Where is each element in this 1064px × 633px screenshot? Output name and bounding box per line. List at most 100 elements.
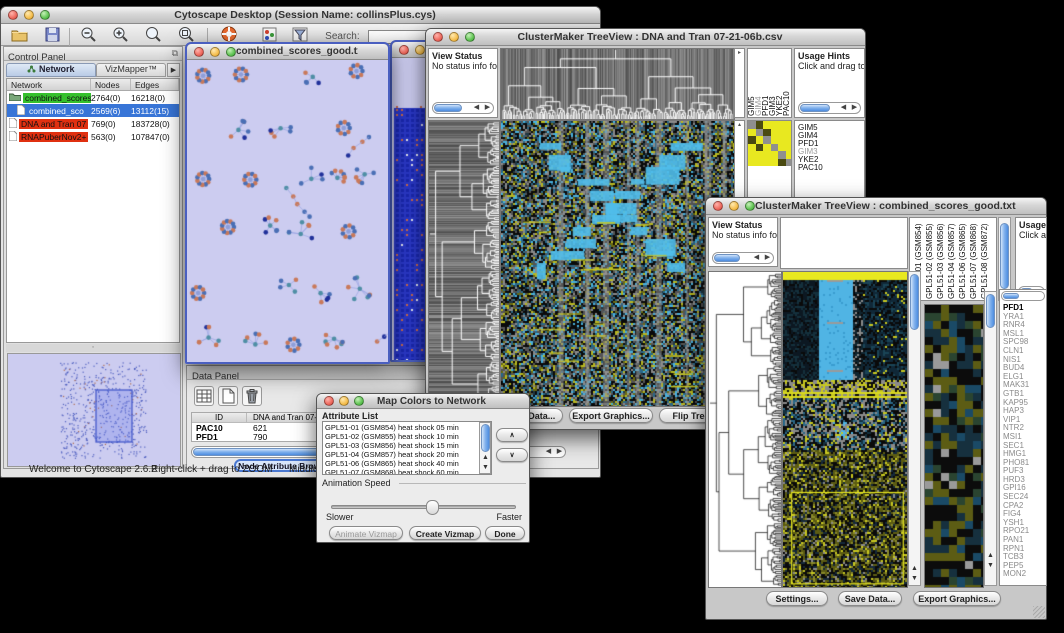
zoom-in-icon[interactable] (112, 26, 128, 47)
treeview1-titlebar[interactable]: ClusterMaker TreeView : DNA and Tran 07-… (426, 29, 865, 46)
tv2-heatmap-vscrollbar[interactable]: ▲▼ (908, 271, 921, 586)
tv1-top-dendrogram[interactable] (500, 48, 735, 120)
window-controls[interactable] (8, 10, 50, 20)
attribute-listbox[interactable]: GPL51-01 (GSM854) heat shock 05 minGPL51… (322, 421, 492, 475)
attribute-list-item[interactable]: GPL51-03 (GSM856) heat shock 15 min (325, 441, 459, 450)
create-vizmap-button[interactable]: Create Vizmap (409, 526, 481, 540)
button-settings-[interactable]: Settings... (766, 591, 828, 606)
close-button[interactable] (194, 47, 204, 57)
matrix-cell (778, 159, 786, 167)
new-attribute-icon[interactable] (218, 386, 238, 406)
control-panel: Control Panel ⧉ Network VizMapper™ ▶ Net… (3, 46, 183, 469)
network-canvas-1[interactable] (187, 60, 388, 362)
attribute-list-item[interactable]: GPL51-07 (GSM868) heat shock 60 min (325, 468, 459, 475)
tv2-zoom-vscrollbar[interactable]: ▲▼ (984, 291, 997, 586)
matrix-cell (786, 159, 793, 167)
tv1-row-dendrogram[interactable] (428, 120, 500, 407)
animation-speed-slider[interactable] (331, 505, 516, 509)
matrix-cell (786, 129, 793, 137)
done-button[interactable]: Done (485, 526, 525, 540)
close-button[interactable] (713, 201, 723, 211)
tv1-column-label: PAC10 (782, 91, 791, 116)
tv2-gene-labels-panel: PFD1YRA1RNR4MSL1SPC98CLN1NIS1BUD4ELG1MAK… (999, 289, 1047, 586)
zoom-button[interactable] (226, 47, 236, 57)
treeview2-titlebar[interactable]: ClusterMaker TreeView : combined_scores_… (706, 198, 1046, 215)
attribute-list-item[interactable]: GPL51-01 (GSM854) heat shock 05 min (325, 423, 459, 432)
dialog-titlebar[interactable]: Map Colors to Network (317, 394, 529, 409)
zoom-button[interactable] (354, 396, 364, 406)
network-list-item[interactable]: DNA and Tran 07769(0)183728(0) (7, 117, 179, 130)
move-down-button[interactable]: ∨ (496, 448, 528, 462)
tv2-view-status-scrollbar[interactable]: ◀▶ (712, 252, 774, 264)
network-list-item[interactable]: combined_sco2569(6)13112(15) (7, 104, 179, 117)
main-titlebar[interactable]: Cytoscape Desktop (Session Name: collins… (1, 7, 600, 24)
minimize-button[interactable] (210, 47, 220, 57)
network-list-item[interactable]: RNAPuberNov2+563(0)107847(0) (7, 130, 179, 143)
attribute-list-item[interactable]: GPL51-04 (GSM857) heat shock 20 min (325, 450, 459, 459)
tv2-row-dendrogram[interactable] (708, 271, 782, 588)
tv1-usage-hints: Usage Hints Click and drag to ◀▶ (794, 48, 865, 118)
button-export-graphics-[interactable]: Export Graphics... (569, 408, 653, 423)
zoom-button[interactable] (745, 201, 755, 211)
close-button[interactable] (399, 45, 409, 55)
network-list-item[interactable]: combined_scores2764(0)16218(0) (7, 91, 179, 104)
tv1-correlation-matrix[interactable] (748, 121, 792, 166)
slider-thumb[interactable] (426, 500, 439, 515)
tv1-view-status-scrollbar[interactable]: ◀▶ (432, 102, 494, 114)
zoom-button[interactable] (465, 32, 475, 42)
attribute-select-icon[interactable] (194, 386, 214, 406)
matrix-cell (748, 136, 756, 144)
tv2-view-status: View Status No status info for ◀▶ (708, 217, 778, 267)
resize-grip[interactable] (1033, 606, 1045, 618)
animate-vizmap-button[interactable]: Animate Vizmap (329, 526, 403, 540)
save-icon[interactable] (45, 27, 60, 47)
minimize-button[interactable] (415, 45, 425, 55)
close-button[interactable] (8, 10, 18, 20)
tv2-gene-label: HRD3 (1003, 475, 1029, 484)
dialog-title: Map Colors to Network (364, 396, 499, 407)
float-panel-icon[interactable]: ⧉ (172, 48, 178, 59)
minimize-button[interactable] (449, 32, 459, 42)
network-window-1-titlebar[interactable]: combined_scores_good.txt--cluste... (187, 44, 388, 60)
close-button[interactable] (324, 396, 334, 406)
tab-network[interactable]: Network (6, 63, 96, 77)
tv2-gene-label: RNR4 (1003, 320, 1029, 329)
minimize-button[interactable] (339, 396, 349, 406)
open-file-icon[interactable] (11, 27, 28, 47)
attribute-list-item[interactable]: GPL51-02 (GSM855) heat shock 10 min (325, 432, 459, 441)
control-panel-header: Control Panel ⧉ (4, 47, 182, 61)
tv1-usage-hints-title: Usage Hints (795, 49, 864, 61)
tv2-top-dendrogram-area[interactable] (780, 217, 908, 269)
tv1-heatmap[interactable] (500, 120, 735, 407)
button-save-data-[interactable]: Save Data... (838, 591, 902, 606)
matrix-cell (763, 151, 771, 159)
zoom-out-icon[interactable] (80, 26, 96, 47)
attribute-list-item[interactable]: GPL51-06 (GSM865) heat shock 40 min (325, 459, 459, 468)
tab-vizmapper[interactable]: VizMapper™ (96, 63, 166, 77)
minimize-button[interactable] (729, 201, 739, 211)
delete-attribute-icon[interactable] (242, 386, 262, 406)
move-up-button[interactable]: ∧ (496, 428, 528, 442)
tab-overflow-button[interactable]: ▶ (167, 63, 180, 77)
network-window-1-title: combined_scores_good.txt--cluste... (236, 46, 358, 57)
tv2-usage-hints-title: Usage Hi (1016, 218, 1046, 230)
tv2-gene-labels-scrollbar[interactable] (1001, 291, 1045, 301)
attribute-list-scrollbar[interactable]: ▲▼ (479, 422, 491, 474)
minimize-button[interactable] (24, 10, 34, 20)
matrix-cell (748, 129, 756, 137)
network-overview[interactable] (7, 353, 181, 467)
tv1-usage-hints-scrollbar[interactable]: ◀▶ (798, 102, 861, 114)
tv2-gene-label: YRA1 (1003, 312, 1029, 321)
tv2-zoomed-heatmap[interactable] (924, 304, 984, 588)
button-export-graphics-[interactable]: Export Graphics... (913, 591, 1001, 606)
panel-splitter[interactable]: ◦ (6, 344, 180, 352)
close-button[interactable] (433, 32, 443, 42)
network-table: NetworkNodesEdges combined_scores2764(0)… (6, 78, 180, 343)
matrix-cell (756, 144, 764, 152)
matrix-cell (778, 144, 786, 152)
col-id: ID (192, 413, 247, 422)
tv2-heatmap[interactable] (782, 271, 908, 588)
tv1-col-scroll-strip[interactable]: ▸ (734, 48, 745, 118)
zoom-button[interactable] (40, 10, 50, 20)
zoom-fit-icon[interactable] (144, 26, 161, 47)
